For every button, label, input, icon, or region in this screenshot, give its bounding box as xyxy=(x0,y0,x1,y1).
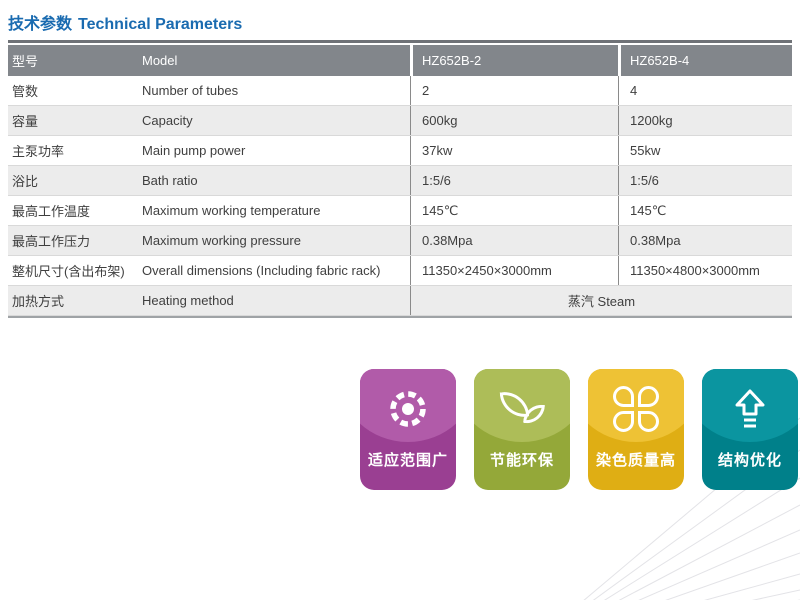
badge-label: 染色质量高 xyxy=(588,449,684,470)
technical-parameters-page: 技术参数 Technical Parameters 型号 Model HZ652B… xyxy=(0,0,800,600)
param-name-cn: 最高工作温度 xyxy=(8,201,142,220)
table-row-max-pressure: 最高工作压力 Maximum working pressure 0.38Mpa … xyxy=(8,226,792,256)
badge-dyeing-quality: 染色质量高 xyxy=(588,369,684,490)
clover-icon xyxy=(588,381,684,437)
param-name-en: Main pump power xyxy=(142,143,410,158)
param-value-2: 1200kg xyxy=(618,106,792,135)
param-value-1: 600kg xyxy=(410,106,618,135)
param-value-2: 0.38Mpa xyxy=(618,226,792,255)
param-value-1: 11350×2450×3000mm xyxy=(410,256,618,285)
clover-petal xyxy=(613,411,634,432)
param-value-1: 0.38Mpa xyxy=(410,226,618,255)
table-row-dimensions: 整机尺寸(含出布架) Overall dimensions (Including… xyxy=(8,256,792,286)
param-value-merged: 蒸汽 Steam xyxy=(410,286,792,315)
page-title-cn: 技术参数 xyxy=(8,16,72,33)
param-name-en: Number of tubes xyxy=(142,83,410,98)
param-name-cn: 容量 xyxy=(8,111,142,130)
param-name-en: Maximum working temperature xyxy=(142,203,410,218)
param-name-cn: 浴比 xyxy=(8,171,142,190)
param-value-2: 4 xyxy=(618,76,792,105)
page-title-en: Technical Parameters xyxy=(78,16,242,33)
param-name-en: Overall dimensions (Including fabric rac… xyxy=(142,263,410,278)
badge-wide-adaptability: 适应范围广 xyxy=(360,369,456,490)
header-model-2: HZ652B-4 xyxy=(621,53,792,68)
param-name-en: Heating method xyxy=(142,293,410,308)
badge-label: 适应范围广 xyxy=(360,449,456,470)
param-name-cn: 主泵功率 xyxy=(8,141,142,160)
table-top-border xyxy=(8,40,792,43)
header-model-cn: 型号 xyxy=(8,51,142,70)
clover-petal xyxy=(638,386,659,407)
badge-eco-friendly: 节能环保 xyxy=(474,369,570,490)
page-title: 技术参数 Technical Parameters xyxy=(8,10,242,34)
param-name-cn: 管数 xyxy=(8,81,142,100)
badge-label: 节能环保 xyxy=(474,449,570,470)
param-value-1: 1:5/6 xyxy=(410,166,618,195)
table-row-bath-ratio: 浴比 Bath ratio 1:5/6 1:5/6 xyxy=(8,166,792,196)
param-value-1: 145℃ xyxy=(410,196,618,225)
clover-petal xyxy=(638,411,659,432)
arrow-up-icon xyxy=(702,381,798,437)
param-name-cn: 最高工作压力 xyxy=(8,231,142,250)
param-value-1: 37kw xyxy=(410,136,618,165)
technical-parameters-table: 型号 Model HZ652B-2 HZ652B-4 管数 Number of … xyxy=(8,40,792,318)
param-name-cn: 整机尺寸(含出布架) xyxy=(8,261,142,280)
table-row-pump-power: 主泵功率 Main pump power 37kw 55kw xyxy=(8,136,792,166)
badge-structure-optimized: 结构优化 xyxy=(702,369,798,490)
param-name-en: Maximum working pressure xyxy=(142,233,410,248)
param-name-en: Bath ratio xyxy=(142,173,410,188)
param-name-cn: 加热方式 xyxy=(8,291,142,310)
table-bottom-border xyxy=(8,316,792,318)
param-value-2: 1:5/6 xyxy=(618,166,792,195)
param-value-2: 145℃ xyxy=(618,196,792,225)
feature-badges: 适应范围广 节能环保 染色质量高 xyxy=(360,369,798,490)
param-value-2: 11350×4800×3000mm xyxy=(618,256,792,285)
dashed-sun-icon xyxy=(360,381,456,437)
param-value-2: 55kw xyxy=(618,136,792,165)
header-model-en: Model xyxy=(142,53,410,68)
param-name-en: Capacity xyxy=(142,113,410,128)
table-body: 管数 Number of tubes 2 4 容量 Capacity 600kg… xyxy=(8,76,792,316)
table-header-row: 型号 Model HZ652B-2 HZ652B-4 xyxy=(8,45,792,76)
table-row-tubes: 管数 Number of tubes 2 4 xyxy=(8,76,792,106)
table-row-capacity: 容量 Capacity 600kg 1200kg xyxy=(8,106,792,136)
leaves-icon xyxy=(474,381,570,437)
clover-petal xyxy=(613,386,634,407)
header-model-1: HZ652B-2 xyxy=(413,53,618,68)
table-row-heating-method: 加热方式 Heating method 蒸汽 Steam xyxy=(8,286,792,316)
table-row-max-temperature: 最高工作温度 Maximum working temperature 145℃ … xyxy=(8,196,792,226)
param-value-1: 2 xyxy=(410,76,618,105)
badge-label: 结构优化 xyxy=(702,449,798,470)
